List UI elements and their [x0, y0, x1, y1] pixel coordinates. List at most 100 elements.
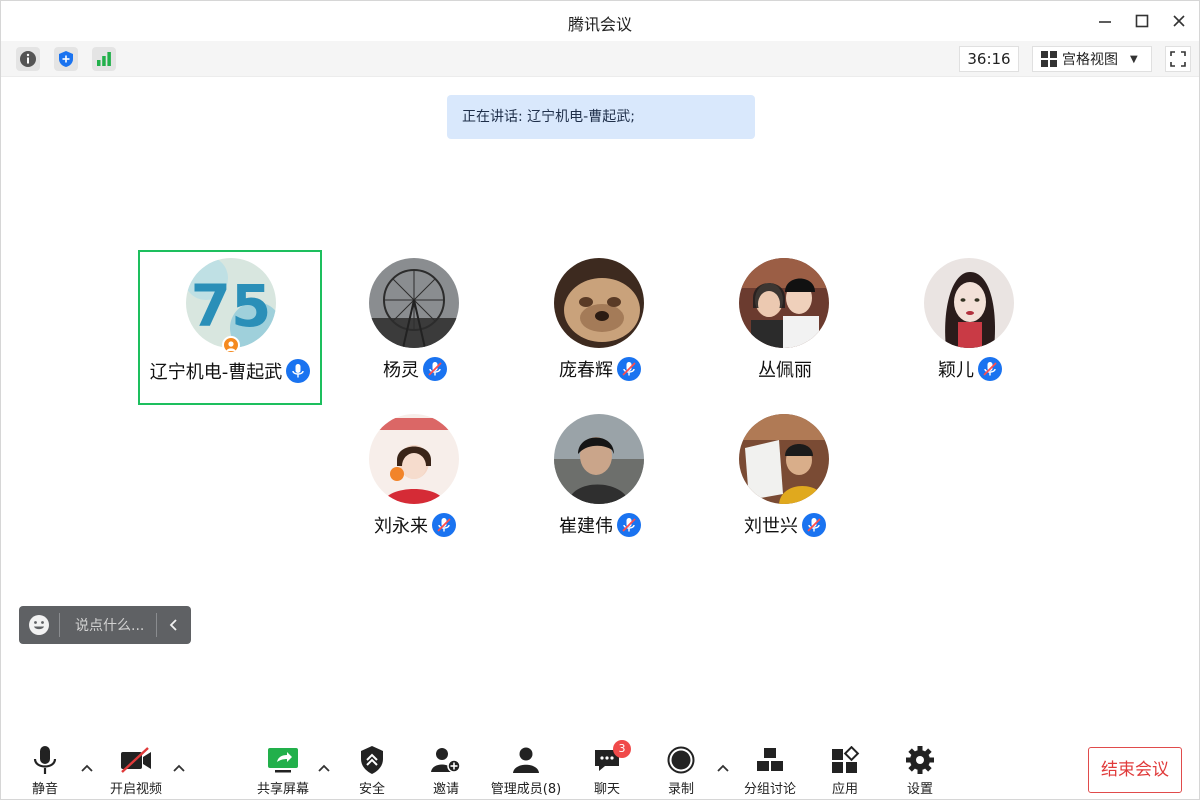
- fullscreen-icon: [1170, 51, 1186, 67]
- emoji-smile-icon: [29, 615, 49, 635]
- maximize-icon: [1135, 14, 1149, 28]
- mute-button[interactable]: 静音: [5, 744, 85, 797]
- view-mode-label: 宫格视图: [1062, 52, 1118, 68]
- minimize-icon: [1099, 21, 1111, 23]
- grid-view-icon: [1041, 51, 1057, 67]
- breakout-rooms-icon: [757, 748, 783, 771]
- participant-tile[interactable]: 崔建伟: [508, 408, 692, 563]
- record-button[interactable]: 录制: [641, 744, 721, 797]
- participant-name: 丛佩丽: [758, 360, 812, 381]
- start-video-button[interactable]: 开启视频: [96, 744, 176, 797]
- avatar: [554, 258, 644, 348]
- microphone-muted-icon: [617, 513, 641, 537]
- record-label: 录制: [667, 782, 694, 797]
- invite-button[interactable]: 邀请: [406, 744, 486, 797]
- security-label: 安全: [358, 782, 385, 797]
- fullscreen-button[interactable]: [1165, 46, 1191, 72]
- close-icon: [1173, 15, 1185, 27]
- settings-label: 设置: [906, 782, 933, 797]
- chat-unread-badge: 3: [613, 740, 631, 758]
- emoji-button[interactable]: [19, 614, 59, 636]
- svg-text:75: 75: [191, 272, 272, 340]
- shield-icon: [59, 51, 73, 67]
- share-options-toggle[interactable]: [316, 760, 332, 776]
- participant-tile[interactable]: 丛佩丽: [693, 252, 877, 407]
- avatar: [369, 414, 459, 504]
- network-signal-button[interactable]: [92, 47, 116, 71]
- participant-name: 杨灵: [383, 360, 419, 381]
- breakout-rooms-label: 分组讨论: [743, 782, 796, 797]
- end-meeting-button[interactable]: 结束会议: [1088, 747, 1182, 793]
- minimize-button[interactable]: [1093, 9, 1117, 33]
- info-icon: [20, 51, 36, 67]
- bottom-toolbar: 静音 开启视频 共享屏幕 安全 邀请 管理成员(8) 3 聊天 录制 分组讨论 …: [1, 736, 1199, 800]
- apps-grid-icon: [832, 746, 860, 773]
- start-video-label: 开启视频: [109, 782, 162, 797]
- participant-tile[interactable]: 75 辽宁机电-曹起武: [138, 250, 322, 405]
- chevron-up-icon: [318, 764, 330, 772]
- invite-label: 邀请: [432, 782, 459, 797]
- view-mode-select[interactable]: 宫格视图 ▼: [1032, 46, 1152, 72]
- microphone-muted-icon: [423, 357, 447, 381]
- close-button[interactable]: [1167, 9, 1191, 33]
- audio-options-toggle[interactable]: [79, 760, 95, 776]
- participant-tile[interactable]: 颖儿: [878, 252, 1062, 407]
- top-toolbar: 36:16 宫格视图 ▼: [1, 41, 1199, 77]
- avatar: [554, 414, 644, 504]
- settings-button[interactable]: 设置: [880, 744, 960, 797]
- participant-name: 刘永来: [374, 516, 428, 537]
- avatar: [924, 258, 1014, 348]
- breakout-rooms-button[interactable]: 分组讨论: [730, 744, 810, 797]
- host-badge-icon: [222, 336, 240, 354]
- record-options-toggle[interactable]: [715, 760, 731, 776]
- meeting-timer: 36:16: [959, 46, 1019, 72]
- share-screen-button[interactable]: 共享屏幕: [243, 744, 323, 797]
- members-icon: [513, 747, 539, 773]
- avatar: [369, 258, 459, 348]
- dropdown-caret-icon: ▼: [1130, 53, 1138, 65]
- participant-name: 崔建伟: [559, 516, 613, 537]
- record-icon: [667, 746, 695, 774]
- invite-person-icon: [431, 748, 461, 773]
- participant-tile[interactable]: 刘永来: [323, 408, 507, 563]
- collapse-chat-button[interactable]: [157, 619, 191, 631]
- chat-quick-bar: 说点什么...: [19, 606, 191, 644]
- participant-name: 庞春辉: [559, 360, 613, 381]
- chevron-up-icon: [81, 764, 93, 772]
- participant-name: 颖儿: [938, 360, 974, 381]
- manage-members-label: 管理成员(8): [490, 782, 562, 797]
- participant-name: 辽宁机电-曹起武: [149, 362, 283, 383]
- security-status-button[interactable]: [54, 47, 78, 71]
- security-button[interactable]: 安全: [332, 744, 412, 797]
- microphone-icon: [33, 746, 57, 774]
- chat-input[interactable]: 说点什么...: [60, 615, 156, 635]
- signal-bars-icon: [97, 52, 111, 66]
- apps-button[interactable]: 应用: [805, 744, 885, 797]
- participant-tile[interactable]: 庞春辉: [508, 252, 692, 407]
- chevron-up-icon: [173, 764, 185, 772]
- participant-name: 刘世兴: [744, 516, 798, 537]
- maximize-button[interactable]: [1130, 9, 1154, 33]
- video-options-toggle[interactable]: [171, 760, 187, 776]
- mute-label: 静音: [31, 782, 58, 797]
- chat-label: 聊天: [593, 782, 620, 797]
- gear-icon: [906, 746, 934, 774]
- info-button[interactable]: [16, 47, 40, 71]
- window-title: 腾讯会议: [567, 15, 632, 34]
- chat-button[interactable]: 3 聊天: [567, 740, 647, 797]
- participant-tile[interactable]: 杨灵: [323, 252, 507, 407]
- avatar: [739, 414, 829, 504]
- participant-tile[interactable]: 刘世兴: [693, 408, 877, 563]
- avatar: [739, 258, 829, 348]
- share-screen-icon: [268, 748, 298, 773]
- microphone-muted-icon: [802, 513, 826, 537]
- speaking-indicator: 正在讲话: 辽宁机电-曹起武;: [447, 95, 755, 139]
- manage-members-button[interactable]: 管理成员(8): [486, 744, 566, 797]
- video-off-icon: [121, 747, 151, 773]
- meeting-window: 腾讯会议 36:16 宫格视图 ▼ 正在讲话: 辽宁机电-曹起武; 75 辽宁机…: [0, 0, 1200, 800]
- microphone-muted-icon: [978, 357, 1002, 381]
- microphone-on-icon: [286, 359, 311, 383]
- chevron-left-icon: [169, 619, 177, 631]
- security-shield-icon: [361, 746, 383, 774]
- share-screen-label: 共享屏幕: [256, 782, 309, 797]
